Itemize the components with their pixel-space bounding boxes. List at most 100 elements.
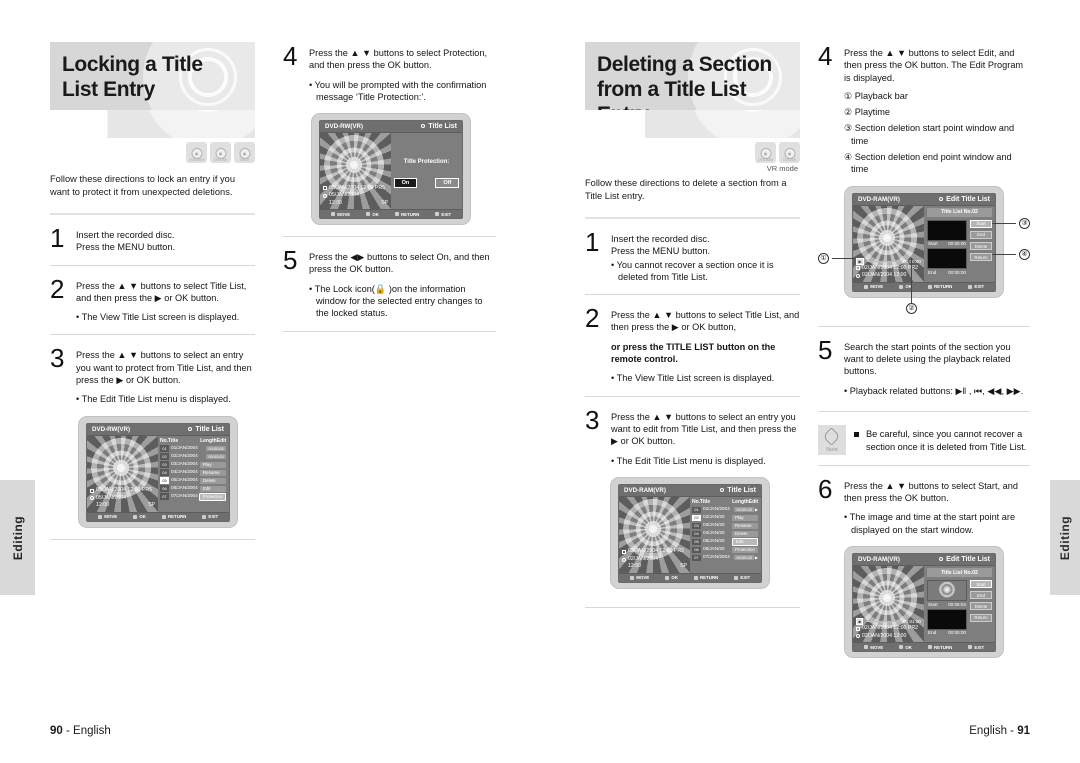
chevron-right-icon: ▶ <box>754 555 758 561</box>
callout-2: ② <box>906 302 917 314</box>
tv-preview-thumbnail: 05/JAN/2004 12:00 PR5 05/JAN/2004 12:00 … <box>320 133 391 210</box>
col-header-edit: Edit <box>216 437 227 444</box>
note-box: Note Be careful, since you cannot recove… <box>818 424 1030 455</box>
delete-button[interactable]: Delete <box>970 602 992 611</box>
tv-preview-thumbnail: 05/JAN/2004 12:00 PR5 05/JAN/2004 12:00 … <box>87 435 158 512</box>
table-row[interactable]: 02 02/JAN/2004 00:00:01 <box>160 453 226 461</box>
tv-disc-label: DVD-RAM(VR) <box>858 556 900 564</box>
hint-exit: EXIT <box>967 284 984 289</box>
tv-screen-title-protection: DVD-RW(VR) Title List 05/JAN/2004 12:00 … <box>311 113 471 226</box>
return-button[interactable]: Return <box>970 253 992 262</box>
divider <box>585 217 800 219</box>
playback-bar[interactable]: ■ 00:01:00 <box>856 618 921 626</box>
hint-exit: EXIT <box>434 212 451 217</box>
dvd-r-badge-label: DVD-R <box>239 158 250 162</box>
step-text: Press the ◀▶ buttons to select On, and t… <box>309 252 490 275</box>
divider <box>818 464 1030 466</box>
tv-title-list: No. Title Length Edit 01 01/JAN/2004 00:00… <box>690 497 761 573</box>
table-row[interactable]: 04 04/JAN/20 Delete <box>692 530 758 538</box>
banner-tail <box>585 110 800 138</box>
table-row-selected[interactable]: 05 05/JAN/2004 Delete <box>160 477 226 485</box>
end-button[interactable]: End <box>970 591 992 600</box>
start-label: Start <box>928 601 938 607</box>
table-row[interactable]: 03 03/JAN/2004 Play <box>160 461 226 469</box>
hint-return: RETURN <box>394 212 419 217</box>
dvd-ram-badge-label: DVD-RAM <box>758 158 773 162</box>
start-button[interactable]: Start <box>970 580 992 589</box>
callout-desc-1: ① Playback bar <box>844 90 908 101</box>
hint-ok: OK <box>898 645 912 650</box>
table-row[interactable]: 07 07/JAN/2004 00:00:20 ▶ <box>692 554 758 562</box>
step-bullet: • The Edit Title List menu is displayed. <box>611 455 766 466</box>
tv-preview-thumbnail: ■ 00:01:00 02/JAN/2004 12:00 PR2 02/JAN/… <box>853 566 924 643</box>
tv-title-list: No. Title Length Edit 01 01/JAN/2004 00:00… <box>158 436 229 512</box>
chevron-right-icon: ▶ <box>754 507 758 513</box>
table-row[interactable]: 01 01/JAN/2004 00:00:01 <box>160 445 226 453</box>
start-point-window <box>927 219 967 241</box>
table-row[interactable]: 07 07/JAN/2004 Protection <box>160 492 226 501</box>
start-button[interactable]: Start <box>970 219 992 228</box>
tv-info-line1: 02/JAN/2004 12:00 PR2 <box>628 548 684 555</box>
edit-list-title: Title List No.02 <box>927 568 992 578</box>
col-header-title: Title <box>699 498 711 505</box>
tv-footer-hints: MOVE OK RETURN EXIT <box>619 572 761 582</box>
dvd-rw-badge-label: DVD-RW <box>783 158 796 162</box>
on-button[interactable]: On <box>393 177 418 188</box>
note-bullet-icon <box>854 431 859 437</box>
table-row[interactable]: 04 04/JAN/2004 Rename <box>160 469 226 477</box>
tv-disc-label: DVD-RAM(VR) <box>858 195 900 203</box>
divider <box>50 213 255 215</box>
intro-paragraph-locking: Follow these directions to lock an entry… <box>50 174 235 197</box>
callout-leader <box>911 257 912 303</box>
table-row[interactable]: 06 06/JAN/2004 Edit <box>160 485 226 493</box>
off-button[interactable]: Off <box>435 177 460 188</box>
tv-disc-label: DVD-RW(VR) <box>325 123 364 131</box>
divider <box>50 334 255 336</box>
end-button[interactable]: End <box>970 230 992 239</box>
step-number: 4 <box>283 41 298 71</box>
footer-left: 90 - English <box>50 725 111 737</box>
step-text: Press the ▲ ▼ buttons to select Edit, an… <box>844 48 1024 83</box>
table-row[interactable]: 03 03/JAN/20 Rename <box>692 522 758 530</box>
edit-panel: Title List No.02 Start 00:08:04 End 00:0… <box>924 566 995 642</box>
tv-screen-title: Title List <box>188 426 224 433</box>
playtime: 00:01:00 <box>903 619 921 625</box>
side-tab-right-label: Editing <box>1058 515 1072 560</box>
table-row[interactable]: 01 01/JAN/2004 00:00:20 ▶ <box>692 506 758 514</box>
step-1: 1 Insert the recorded disc. Press the ME… <box>585 229 800 283</box>
col-header-edit: Edit <box>748 498 759 505</box>
step-bullet: • The image and time at the start point … <box>844 512 1016 535</box>
page-title-locking: Locking a Title List Entry <box>62 53 203 101</box>
tv-screen-title-list-ram: DVD-RAM(VR) Title List 02/JAN/2004 12:00… <box>610 476 770 589</box>
hint-return: RETURN <box>693 575 718 580</box>
tv-disc-label: DVD-RAM(VR) <box>624 486 666 494</box>
table-row[interactable]: 05 05/JAN/20 Edit <box>692 537 758 546</box>
tv-info-time: 12:00 <box>329 199 342 206</box>
table-row[interactable]: 06 06/JAN/20 Protection <box>692 546 758 554</box>
divider <box>585 606 800 608</box>
step-text: Press the MENU button. <box>76 242 176 253</box>
tv-screen-edit-title-list-a: DVD-RAM(VR) Edit Title List ▶ 00:00:00 0… <box>844 185 1004 298</box>
hint-exit: EXIT <box>733 575 750 580</box>
col-header-title: Title <box>167 437 179 444</box>
dvd-r-badge: DVD-R <box>234 142 255 163</box>
tv-info-line2: 02/JAN/2004 12:00 <box>862 272 907 279</box>
chapter-banner-locking: Locking a Title List Entry <box>50 42 255 110</box>
step-number: 5 <box>283 245 298 276</box>
delete-button[interactable]: Delete <box>970 242 992 251</box>
hint-move: MOVE <box>629 575 649 580</box>
callout-3: ③ <box>1019 217 1030 229</box>
tv-info-line1: 05/JAN/2004 12:00 PR5 <box>96 487 152 494</box>
callout-4: ④ <box>1019 248 1030 260</box>
table-row-selected[interactable]: 02 02/JAN/20 Play <box>692 514 758 522</box>
return-button[interactable]: Return <box>970 613 992 622</box>
step-text: Press the MENU button. <box>611 246 711 257</box>
playtime: 00:00:00 <box>903 258 921 264</box>
step-number: 2 <box>585 303 600 334</box>
page-number-right: 91 <box>1017 725 1030 737</box>
edit-panel: Title List No.02 Start 00:00:00 End 00:0… <box>924 206 995 282</box>
banner-tail <box>50 110 255 138</box>
column-one: Locking a Title List Entry DVD-RAM DVD-R… <box>50 42 255 540</box>
tv-info-time: 12:00 <box>96 502 109 509</box>
step-emphasis: or press the TITLE LIST button on the re… <box>611 341 776 365</box>
